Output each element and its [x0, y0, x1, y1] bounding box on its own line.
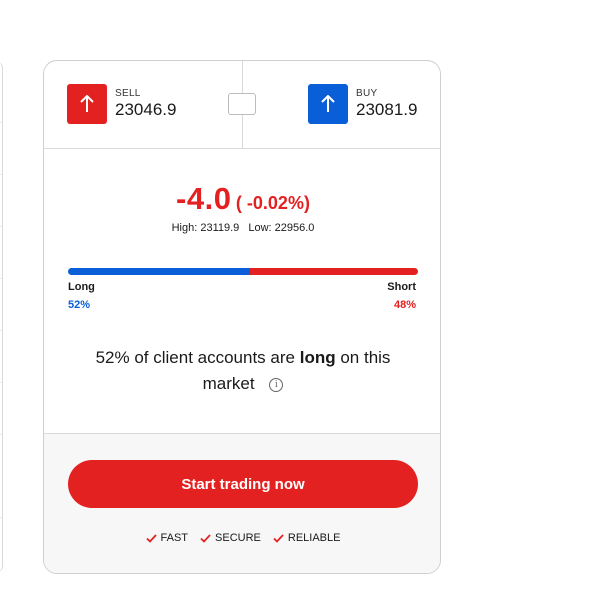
feature-label: FAST [160, 532, 189, 544]
summary-text-a: of client accounts are [134, 348, 295, 367]
card-footer: Start trading now FAST SECURE RELIABLE [44, 433, 440, 573]
price-change: -4.0 ( -0.02%) [44, 181, 440, 217]
summary-emphasis: long [299, 348, 336, 367]
short-label: Short [387, 281, 416, 293]
feature-label: SECURE [215, 532, 261, 544]
summary-pct: 52% [95, 348, 130, 367]
long-percent: 52% [68, 299, 91, 311]
sell-label: SELL [115, 88, 141, 99]
spread-toggle[interactable] [228, 93, 256, 115]
high-low: High: 23119.9 Low: 22956.0 [44, 222, 440, 234]
sell-price: 23046.9 [115, 100, 177, 119]
market-card: SELL 23046.9 BUY 23081.9 -4.0 ( -0.02%) … [43, 60, 441, 574]
previous-card-edge [0, 62, 3, 572]
check-icon [200, 533, 211, 543]
feature-fast: FAST [145, 532, 189, 544]
feature-list: FAST SECURE RELIABLE [44, 532, 440, 544]
sell-button[interactable]: SELL 23046.9 [67, 83, 176, 125]
sentiment-bar-long [68, 268, 250, 275]
quote-row: SELL 23046.9 BUY 23081.9 [44, 61, 440, 149]
feature-secure: SECURE [200, 532, 261, 544]
low-value: Low: 22956.0 [248, 222, 315, 234]
info-icon[interactable]: i [269, 378, 284, 392]
check-icon [145, 533, 157, 543]
feature-label: RELIABLE [287, 532, 341, 544]
short-percent: 48% [393, 299, 416, 311]
feature-reliable: RELIABLE [273, 532, 341, 544]
long-label: Long [68, 281, 95, 293]
arrow-up-icon [67, 84, 107, 124]
change-value: -4.0 [176, 181, 232, 216]
arrow-up-icon [308, 84, 348, 124]
sentiment-bar-short [250, 268, 418, 275]
sentiment-summary: 52% of client accounts are long on this … [74, 345, 412, 397]
start-trading-button[interactable]: Start trading now [68, 460, 418, 508]
check-icon [273, 533, 284, 543]
change-percent: ( -0.02%) [235, 193, 310, 213]
buy-button[interactable]: BUY 23081.9 [308, 83, 417, 125]
high-value: High: 23119.9 [171, 222, 240, 234]
buy-label: BUY [356, 88, 378, 99]
sentiment-bar [68, 268, 418, 275]
buy-price: 23081.9 [356, 100, 418, 119]
